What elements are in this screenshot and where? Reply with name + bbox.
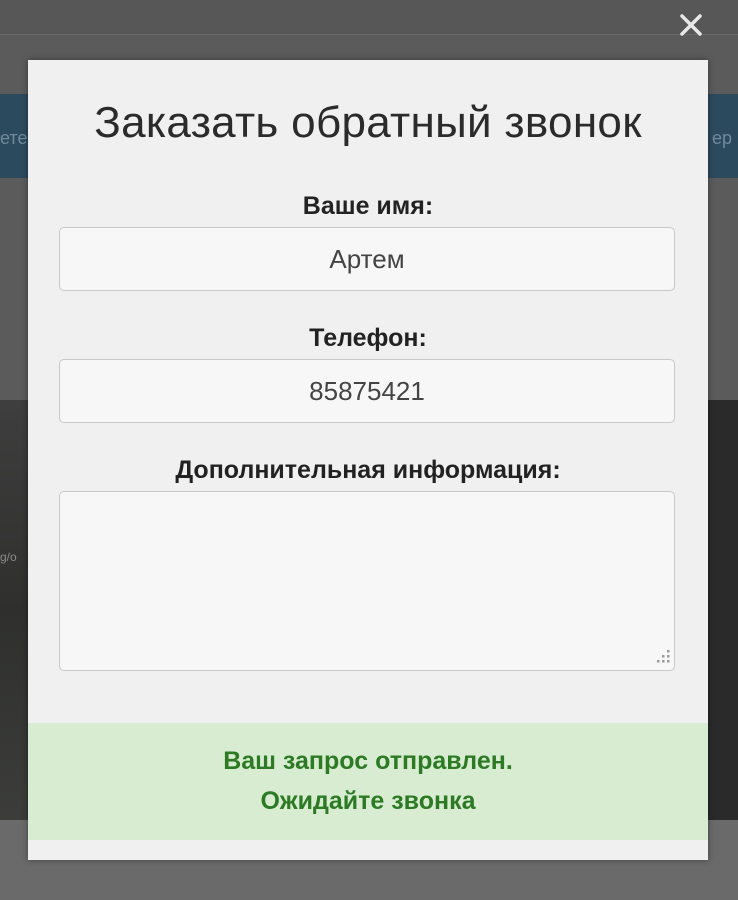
- success-message: Ваш запрос отправлен. Ожидайте звонка: [28, 723, 708, 840]
- background-nav-text-right: ер: [712, 128, 733, 148]
- resize-grip-icon[interactable]: [653, 648, 671, 666]
- phone-input[interactable]: [59, 359, 675, 423]
- success-line-1: Ваш запрос отправлен.: [223, 747, 513, 775]
- close-button[interactable]: [674, 8, 708, 42]
- info-textarea[interactable]: [59, 491, 675, 671]
- background-topbar: [0, 0, 738, 35]
- close-icon: [680, 14, 702, 36]
- background-url-fragment: g/o: [0, 550, 17, 564]
- phone-label: Телефон:: [309, 324, 427, 352]
- modal-title: Заказать обратный звонок: [94, 98, 642, 147]
- callback-modal: Заказать обратный звонок Ваше имя: Телеф…: [28, 60, 708, 860]
- info-label: Дополнительная информация:: [175, 456, 561, 484]
- background-nav-text-left: ете: [0, 128, 28, 148]
- success-line-2: Ожидайте звонка: [260, 787, 476, 815]
- name-label: Ваше имя:: [302, 192, 434, 220]
- name-input[interactable]: [59, 227, 675, 291]
- background-photo-edge: [706, 400, 738, 820]
